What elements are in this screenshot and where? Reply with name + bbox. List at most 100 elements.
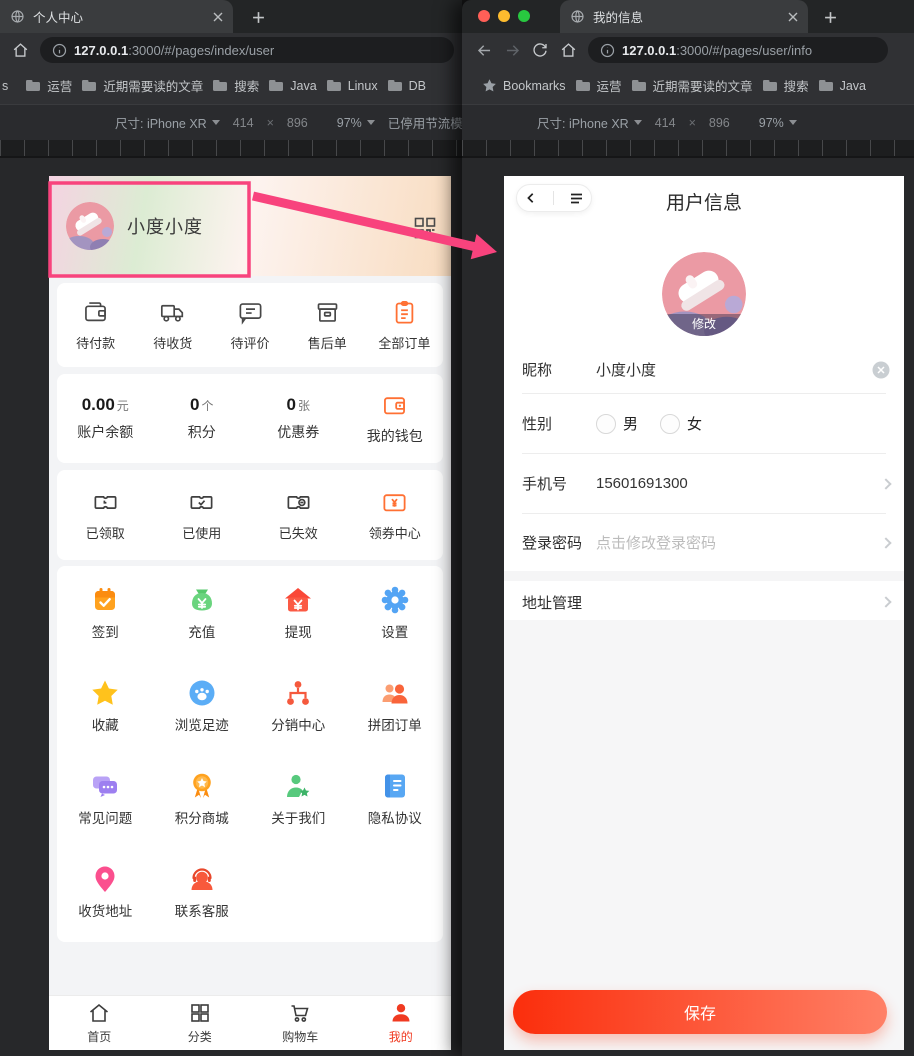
service-about-us[interactable]: 关于我们 (250, 765, 347, 858)
zoom-select[interactable]: 97% (759, 116, 797, 130)
bookmarks-manager[interactable]: Bookmarks (482, 78, 566, 93)
radio-female[interactable] (660, 414, 680, 434)
tab-home[interactable]: 首页 (49, 996, 150, 1050)
tab-categories[interactable]: 分类 (150, 996, 251, 1050)
url-bar[interactable]: 127.0.0.1:3000/#/pages/user/info (588, 37, 888, 63)
back-icon[interactable] (470, 36, 498, 64)
browser-window-left: 个人中心 127.0.0.1:3000/#/pages/index/user s (0, 0, 462, 1056)
nickname-input[interactable]: 小度小度 (596, 359, 656, 380)
traffic-lights (478, 10, 530, 22)
bookmark-folder[interactable]: Java (268, 79, 316, 93)
bookmark-folder[interactable]: 搜索 (762, 76, 809, 95)
avatar[interactable] (66, 202, 114, 250)
bookmark-folder[interactable]: 运营 (25, 76, 72, 95)
device-size-select[interactable]: 尺寸: iPhone XR (537, 113, 642, 132)
service-privacy-policy[interactable]: 隐私协议 (347, 765, 444, 858)
network-icon (283, 678, 313, 708)
coupon-used[interactable]: 已使用 (154, 470, 251, 560)
service-withdraw[interactable]: 提现 (250, 579, 347, 672)
folder-icon (575, 79, 591, 92)
service-contact-support[interactable]: 联系客服 (154, 858, 251, 951)
bottom-tab-bar: 首页 分类 购物车 我的 (49, 995, 451, 1050)
coupon-expired[interactable]: 已失效 (250, 470, 347, 560)
info-icon[interactable] (52, 43, 67, 58)
close-tab-icon[interactable] (788, 12, 798, 22)
zoom-select[interactable]: 97% (337, 116, 375, 130)
avatar-edit-label[interactable]: 修改 (662, 314, 746, 336)
url-bar[interactable]: 127.0.0.1:3000/#/pages/index/user (40, 37, 454, 63)
order-pending-delivery[interactable]: 待收货 (134, 283, 211, 367)
order-pending-payment[interactable]: 待付款 (57, 283, 134, 367)
user-info-form: 昵称 小度小度 性别 男 女 手机号 15 (504, 346, 904, 623)
profile-name: 小度小度 (127, 213, 203, 239)
service-browse-history[interactable]: 浏览足迹 (154, 672, 251, 765)
qr-code-icon[interactable] (413, 216, 437, 240)
bookmark-partial-label[interactable]: s (2, 79, 8, 93)
order-after-sale[interactable]: 售后单 (289, 283, 366, 367)
save-button[interactable]: 保存 (513, 990, 887, 1034)
chevron-right-icon (880, 537, 891, 548)
bookmark-folder[interactable]: Java (818, 79, 866, 93)
device-size-select[interactable]: 尺寸: iPhone XR (115, 113, 220, 132)
device-width[interactable]: 414 (655, 116, 676, 130)
wallet-icon (82, 299, 109, 326)
group-people-icon (380, 678, 410, 708)
phone-row[interactable]: 手机号 15601691300 (504, 454, 904, 513)
person-icon (389, 1001, 413, 1025)
coupon-center[interactable]: 领券中心 (347, 470, 444, 560)
password-row[interactable]: 登录密码 点击修改登录密码 (504, 514, 904, 571)
folder-icon (212, 79, 228, 92)
service-favorites[interactable]: 收藏 (57, 672, 154, 765)
home-button-icon[interactable] (6, 36, 34, 64)
money-bag-icon (187, 585, 217, 615)
forward-icon[interactable] (498, 36, 526, 64)
medal-icon (187, 771, 217, 801)
radio-male[interactable] (596, 414, 616, 434)
zoom-window-icon[interactable] (518, 10, 530, 22)
service-group-orders[interactable]: 拼团订单 (347, 672, 444, 765)
device-width[interactable]: 414 (233, 116, 254, 130)
account-balance[interactable]: 0.00元 账户余额 (57, 374, 154, 463)
tab-my-info[interactable]: 我的信息 (560, 0, 808, 33)
reload-icon[interactable] (526, 36, 554, 64)
info-icon[interactable] (600, 43, 615, 58)
order-all[interactable]: 全部订单 (366, 283, 443, 367)
bookmark-folder[interactable]: 近期需要读的文章 (631, 76, 753, 95)
service-recharge[interactable]: 充值 (154, 579, 251, 672)
bookmark-folder[interactable]: Linux (326, 79, 378, 93)
chevron-down-icon (212, 120, 220, 125)
service-sign-in[interactable]: 签到 (57, 579, 154, 672)
coupons-count[interactable]: 0张 优惠券 (250, 374, 347, 463)
new-tab-icon[interactable] (820, 7, 840, 27)
close-tab-icon[interactable] (213, 12, 223, 22)
bookmark-folder[interactable]: 搜索 (212, 76, 259, 95)
tab-mine[interactable]: 我的 (351, 996, 452, 1050)
throttle-select[interactable]: 已停用节流模式 (388, 113, 462, 132)
clear-icon[interactable] (872, 361, 890, 379)
order-pending-review[interactable]: 待评价 (211, 283, 288, 367)
close-window-icon[interactable] (478, 10, 490, 22)
minimize-window-icon[interactable] (498, 10, 510, 22)
tab-personal-center[interactable]: 个人中心 (0, 0, 233, 33)
home-button-icon[interactable] (554, 36, 582, 64)
my-wallet[interactable]: 我的钱包 (347, 374, 444, 463)
points[interactable]: 0个 积分 (154, 374, 251, 463)
bookmarks-bar: Bookmarks 运营 近期需要读的文章 搜索 Java (462, 67, 914, 104)
service-shipping-address[interactable]: 收货地址 (57, 858, 154, 951)
folder-icon (631, 79, 647, 92)
tab-cart[interactable]: 购物车 (250, 996, 351, 1050)
location-pin-icon (90, 864, 120, 894)
bookmark-folder[interactable]: 运营 (575, 76, 622, 95)
bookmark-folder[interactable]: 近期需要读的文章 (81, 76, 203, 95)
coupon-received[interactable]: 已领取 (57, 470, 154, 560)
address-management-row[interactable]: 地址管理 (504, 581, 904, 623)
device-height[interactable]: 896 (709, 116, 730, 130)
service-settings[interactable]: 设置 (347, 579, 444, 672)
device-height[interactable]: 896 (287, 116, 308, 130)
avatar-edit[interactable]: 修改 (662, 252, 746, 336)
service-points-mall[interactable]: 积分商城 (154, 765, 251, 858)
service-distribution-center[interactable]: 分销中心 (250, 672, 347, 765)
bookmark-folder[interactable]: DB (387, 79, 426, 93)
new-tab-icon[interactable] (248, 7, 268, 27)
service-faq[interactable]: 常见问题 (57, 765, 154, 858)
